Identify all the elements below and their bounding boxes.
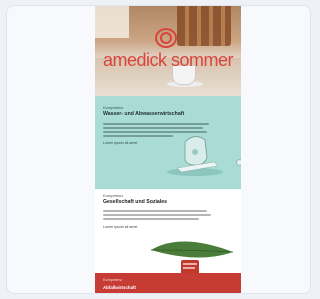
scroll-to-top-icon[interactable]	[236, 159, 241, 166]
section-link[interactable]: Lorem ipsum sit amet	[103, 141, 137, 145]
section-heading: Gesellschaft und Soziales	[103, 199, 168, 205]
section-heading: Abfallwirtschaft	[103, 285, 136, 290]
hero-image: amedick sommer	[95, 6, 241, 96]
section-heading: Wasser- und Abwasserwirtschaft	[103, 111, 185, 117]
section-kicker: Kompetenz	[103, 105, 124, 110]
body-text-line	[103, 135, 173, 137]
body-text-line	[103, 123, 209, 125]
logo-ring-icon	[155, 28, 177, 48]
section-waste	[95, 273, 241, 293]
preview-card[interactable]: amedick sommer Kompetenz Wasser- und Abw…	[6, 5, 311, 294]
mobile-page-preview: amedick sommer Kompetenz Wasser- und Abw…	[95, 6, 241, 293]
body-text-line	[103, 218, 199, 220]
section-link[interactable]: Lorem ipsum sit amet	[103, 225, 137, 229]
chair-image	[177, 6, 231, 46]
faucet-illustration	[167, 136, 223, 176]
section-kicker: Kompetenz	[103, 193, 124, 198]
section-kicker: Kompetenz	[103, 278, 123, 282]
brand-logo-text[interactable]: amedick sommer	[95, 50, 241, 71]
body-text-line	[103, 210, 207, 212]
window-light	[95, 6, 129, 38]
body-text-line	[103, 127, 203, 129]
body-text-line	[103, 214, 211, 216]
